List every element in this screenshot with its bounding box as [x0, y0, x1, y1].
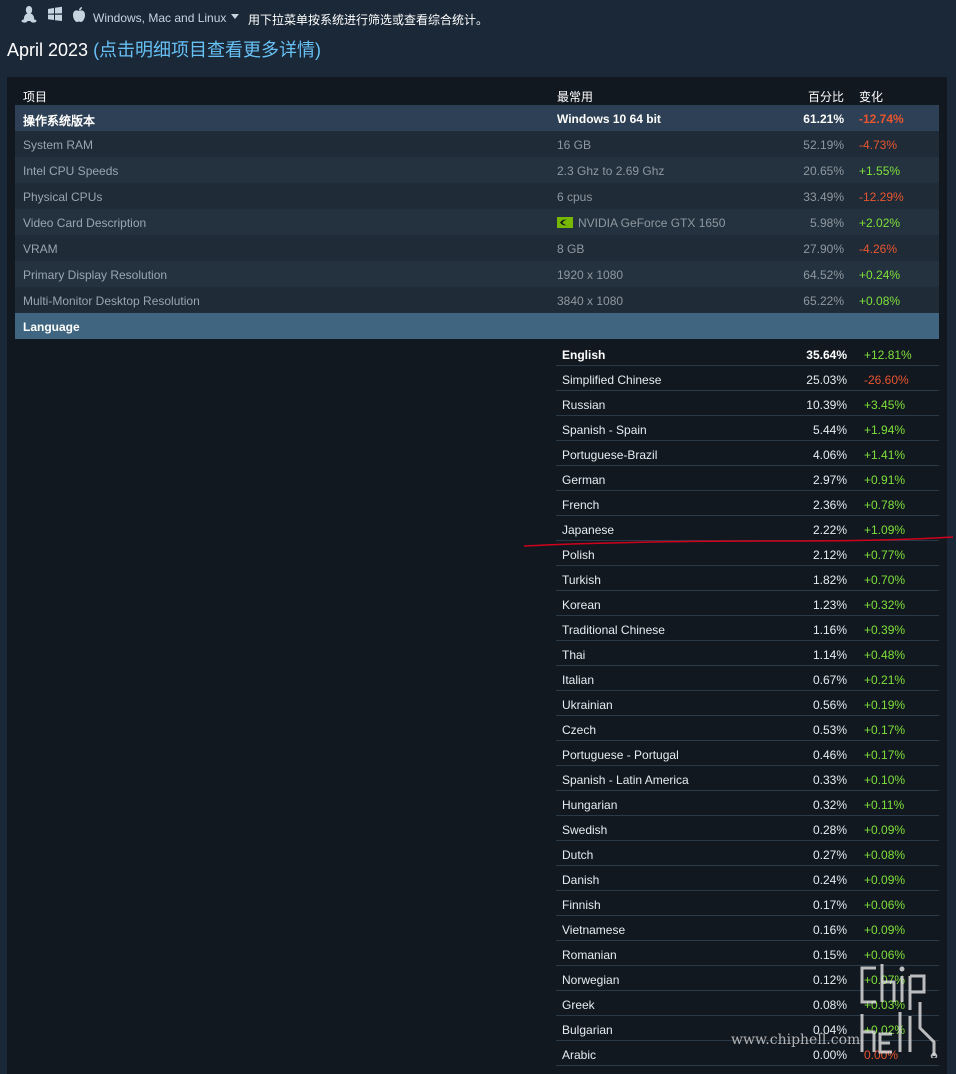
watermark-text: www.chiphell.com: [731, 1032, 861, 1048]
red-annotation-line: [523, 536, 954, 547]
chiphell-logo: [860, 964, 938, 1058]
